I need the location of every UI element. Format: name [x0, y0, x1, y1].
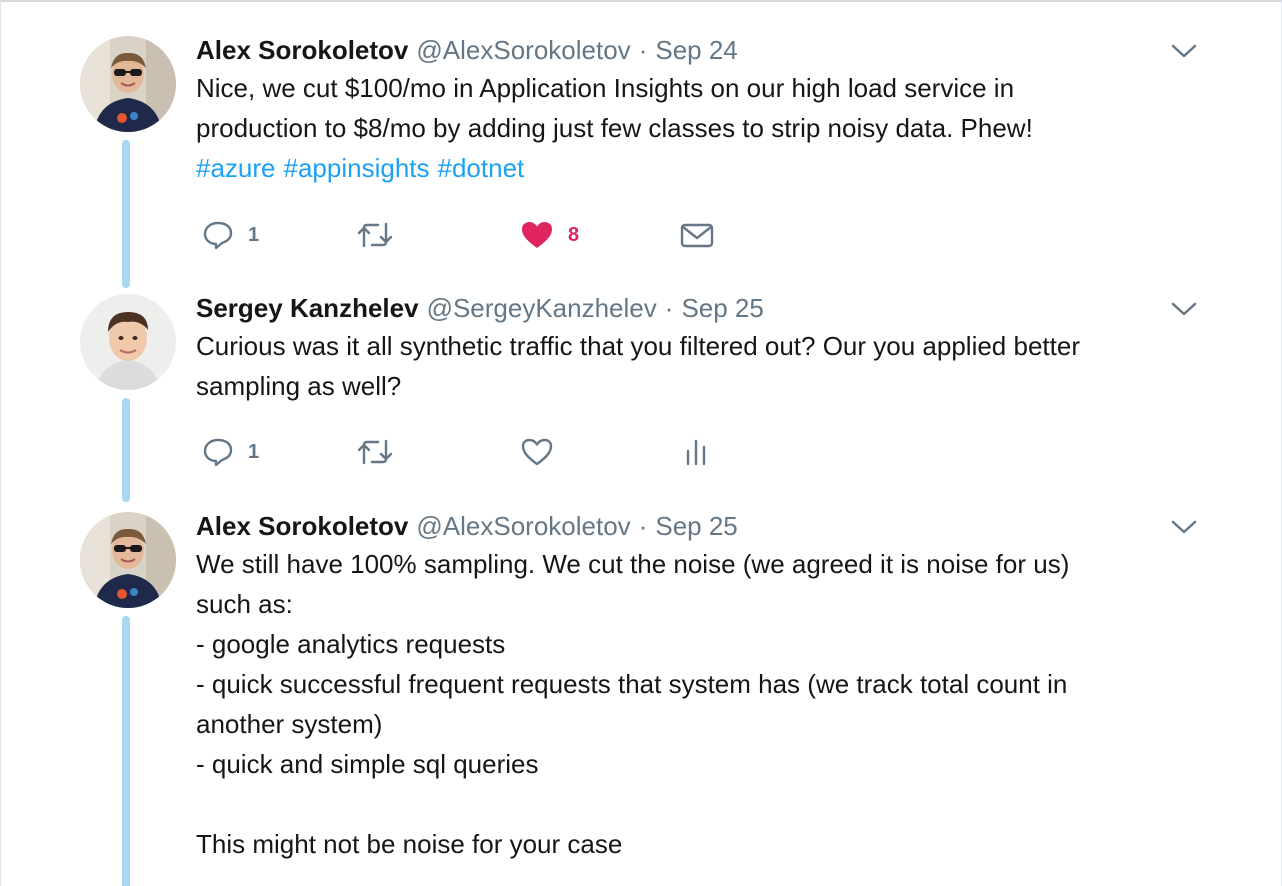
- author-name[interactable]: Sergey Kanzhelev: [196, 290, 419, 326]
- tweet-date[interactable]: Sep 24: [655, 32, 737, 68]
- avatar-alex-sorokoletov[interactable]: [80, 512, 176, 608]
- thread-line: [122, 616, 130, 886]
- envelope-icon: [680, 223, 714, 248]
- author-name[interactable]: Alex Sorokoletov: [196, 508, 408, 544]
- chevron-down-icon[interactable]: [1170, 40, 1198, 62]
- tweet-text-line: such as:: [196, 589, 293, 619]
- tweet-actions: 1 8: [196, 215, 756, 255]
- tweet-text-line: production to $8/mo by adding just few c…: [196, 113, 1033, 143]
- avatar-alex-sorokoletov[interactable]: [80, 36, 176, 132]
- tweet-text-line: - quick and simple sql queries: [196, 749, 539, 779]
- avatar-image: [80, 294, 176, 390]
- tweet-text-line: sampling as well?: [196, 371, 402, 401]
- tweet-text: We still have 100% sampling. We cut the …: [196, 544, 1196, 864]
- author-handle[interactable]: @AlexSorokoletov: [416, 508, 630, 544]
- tweet-text-line: We still have 100% sampling. We cut the …: [196, 549, 1070, 579]
- tweet-text-line: another system): [196, 709, 383, 739]
- thread-line: [122, 398, 130, 502]
- tweet-text: Curious was it all synthetic traffic tha…: [196, 326, 1196, 406]
- heart-outline-icon: [521, 438, 553, 466]
- reply-count: 1: [248, 440, 260, 463]
- heart-icon: [522, 222, 552, 248]
- separator-dot: ·: [638, 35, 648, 65]
- chevron-down-icon[interactable]: [1170, 298, 1198, 320]
- avatar-sergey-kanzhelev[interactable]: [80, 294, 176, 390]
- hashtag-link[interactable]: #azure: [196, 153, 276, 183]
- author-name[interactable]: Alex Sorokoletov: [196, 32, 408, 68]
- separator-dot: ·: [638, 511, 648, 541]
- avatar-image: [80, 36, 176, 132]
- author-handle[interactable]: @AlexSorokoletov: [416, 32, 630, 68]
- analytics-button[interactable]: [684, 432, 708, 472]
- like-button[interactable]: 8: [520, 215, 579, 255]
- separator-dot: ·: [664, 293, 674, 323]
- reply-icon: [203, 221, 233, 250]
- tweet-text-line: - quick successful frequent requests tha…: [196, 669, 1068, 699]
- tweet-header: Alex Sorokoletov @AlexSorokoletov · Sep …: [196, 32, 738, 68]
- tweet-text-line: Nice, we cut $100/mo in Application Insi…: [196, 73, 1015, 103]
- reply-button[interactable]: 1: [202, 432, 259, 472]
- hashtag-list: #azure #appinsights #dotnet: [196, 148, 1196, 188]
- like-count: 8: [568, 223, 580, 246]
- tweet-actions: 1: [196, 432, 756, 472]
- retweet-icon: [357, 439, 393, 465]
- like-button[interactable]: [520, 432, 568, 472]
- author-handle[interactable]: @SergeyKanzhelev: [427, 290, 657, 326]
- avatar-image: [80, 512, 176, 608]
- tweet-date[interactable]: Sep 25: [681, 290, 763, 326]
- direct-message-button[interactable]: [680, 215, 714, 255]
- reply-button[interactable]: 1: [202, 215, 259, 255]
- thread-line: [122, 140, 130, 288]
- tweet-text-line: Curious was it all synthetic traffic tha…: [196, 331, 1080, 361]
- hashtag-link[interactable]: #appinsights: [284, 153, 430, 183]
- tweet-text: Nice, we cut $100/mo in Application Insi…: [196, 68, 1196, 188]
- reply-count: 1: [248, 223, 260, 246]
- tweet-text-line: - google analytics requests: [196, 629, 506, 659]
- retweet-button[interactable]: [356, 215, 408, 255]
- reply-icon: [203, 438, 233, 467]
- retweet-button[interactable]: [356, 432, 408, 472]
- tweet-header: Alex Sorokoletov @AlexSorokoletov · Sep …: [196, 508, 738, 544]
- analytics-icon: [686, 439, 706, 466]
- tweet-header: Sergey Kanzhelev @SergeyKanzhelev · Sep …: [196, 290, 764, 326]
- chevron-down-icon[interactable]: [1170, 516, 1198, 538]
- tweet-text-line: This might not be noise for your case: [196, 829, 623, 859]
- tweet-text-line: [196, 784, 1196, 824]
- tweet-date[interactable]: Sep 25: [655, 508, 737, 544]
- hashtag-link[interactable]: #dotnet: [438, 153, 525, 183]
- retweet-icon: [357, 222, 393, 248]
